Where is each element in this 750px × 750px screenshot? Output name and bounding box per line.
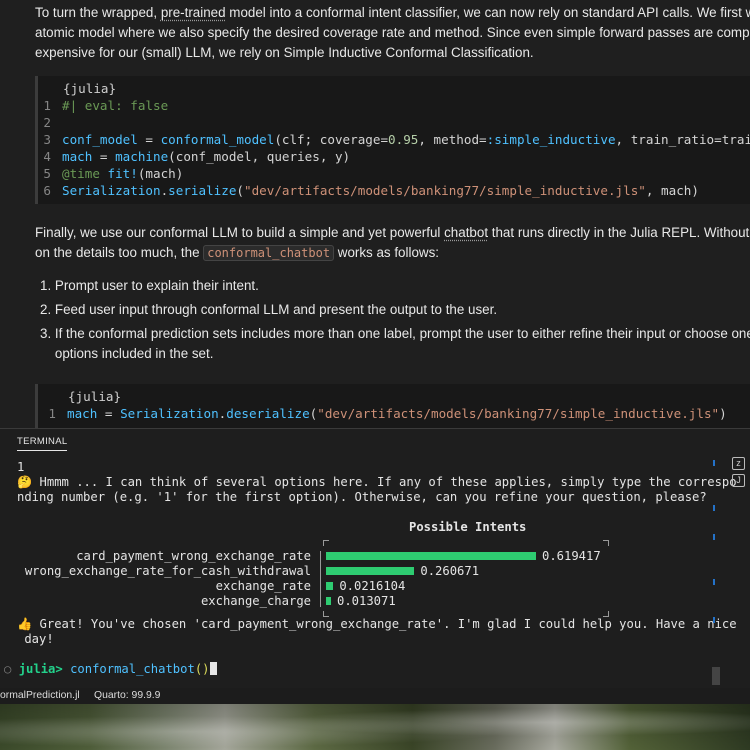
paragraph-line: Finally, we use our conformal LLM to bui… [35, 225, 750, 240]
code-line: mach = Serialization.deserialize("dev/ar… [67, 406, 727, 421]
prompt-circle-icon: ○ [4, 662, 19, 676]
line-number: 2 [43, 115, 51, 130]
terminal-line: nding number (e.g. '1' for the first opt… [17, 490, 707, 504]
bar-category-label: exchange_charge [200, 594, 311, 608]
code-line: Serialization.serialize("dev/artifacts/m… [62, 183, 699, 198]
line-number: 3 [43, 132, 51, 147]
repl-prompt-line[interactable]: ○ julia> conformal_chatbot() [4, 662, 217, 677]
list-item: 2. Feed user input through conformal LLM… [40, 302, 498, 317]
link-chatbot[interactable]: chatbot [444, 225, 488, 240]
list-item: 3. If the conformal prediction sets incl… [40, 326, 750, 341]
bar [326, 552, 536, 560]
scroll-marker-icon [713, 505, 715, 511]
code-line: @time fit!(mach) [62, 166, 184, 181]
bar-category-label: card_payment_wrong_exchange_rate [76, 549, 311, 563]
line-number: 4 [43, 149, 51, 164]
scroll-marker-icon [713, 579, 715, 585]
status-bar: ormalPrediction.jl Quarto: 99.9.9 [0, 688, 750, 704]
inline-code: conformal_chatbot [203, 245, 335, 261]
chart-title: Possible Intents [409, 520, 527, 534]
paragraph-intro: To turn the wrapped, pre-trained model i… [35, 3, 750, 63]
bar [326, 582, 334, 590]
line-number: 6 [43, 183, 51, 198]
terminal-line: day! [17, 632, 54, 646]
terminal-side-button-icon[interactable]: J [732, 474, 745, 487]
code-line: conf_model = conformal_model(clf; covera… [62, 132, 750, 147]
line-number: 1 [43, 98, 51, 113]
document-preview: To turn the wrapped, pre-trained model i… [0, 0, 750, 428]
chart-corner [603, 540, 609, 546]
line-number: 5 [43, 166, 51, 181]
status-item-package[interactable]: ormalPrediction.jl [0, 688, 80, 704]
paragraph-line: atomic model where we also specify the d… [35, 25, 750, 40]
terminal-scrollbar[interactable] [712, 667, 720, 685]
tab-terminal[interactable]: TERMINAL [17, 436, 68, 451]
code-line: mach = machine(conf_model, queries, y) [62, 149, 351, 164]
bar [326, 567, 415, 575]
paragraph-chatbot: Finally, we use our conformal LLM to bui… [35, 223, 750, 263]
paragraph-line: expensive for our (small) LLM, we rely o… [35, 45, 534, 60]
bar-value-label: 0.0216104 [339, 579, 406, 593]
list-item: options included in the set. [40, 346, 214, 361]
bar-category-label: wrong_exchange_rate_for_cash_withdrawal [24, 564, 311, 578]
bar [326, 597, 331, 605]
list-item: 1. Prompt user to explain their intent. [40, 278, 259, 293]
scroll-marker-icon [713, 460, 715, 466]
paragraph-line: on the details too much, the conformal_c… [35, 245, 439, 261]
bar-category-label: exchange_rate [215, 579, 311, 593]
steps-list: 1. Prompt user to explain their intent. … [40, 276, 750, 364]
bar-value-label: 0.619417 [542, 549, 601, 563]
link-pre-trained[interactable]: pre-trained [161, 5, 226, 20]
text-cursor [209, 662, 217, 675]
code-fence: {julia} [63, 81, 117, 96]
code-fence: {julia} [68, 389, 122, 404]
code-line: #| eval: false [62, 98, 169, 113]
terminal-line: 👍 Great! You've chosen 'card_payment_wro… [17, 617, 737, 631]
chart-corner [323, 540, 329, 546]
chart-axis [320, 551, 321, 607]
thinking-emoji-icon: 🤔 [17, 475, 33, 489]
terminal-panel[interactable]: TERMINAL 1 🤔 Hmmm ... I can think of sev… [0, 428, 750, 689]
thumbs-up-emoji-icon: 👍 [17, 617, 33, 631]
terminal-line: 1 [17, 460, 25, 474]
paragraph-line: To turn the wrapped, pre-trained model i… [35, 5, 750, 20]
line-number: 1 [48, 406, 56, 421]
bar-value-label: 0.013071 [337, 594, 396, 608]
bar-value-label: 0.260671 [420, 564, 480, 578]
status-item-quarto[interactable]: Quarto: 99.9.9 [94, 688, 160, 704]
intents-bar-chart: card_payment_wrong_exchange_rate 0.619417… [0, 539, 750, 617]
terminal-side-button-icon[interactable]: z [732, 457, 745, 470]
scroll-marker-icon [713, 534, 715, 540]
scroll-marker-icon [713, 617, 715, 623]
background-photo [0, 704, 750, 750]
terminal-line: 🤔 Hmmm ... I can think of several option… [17, 475, 737, 489]
